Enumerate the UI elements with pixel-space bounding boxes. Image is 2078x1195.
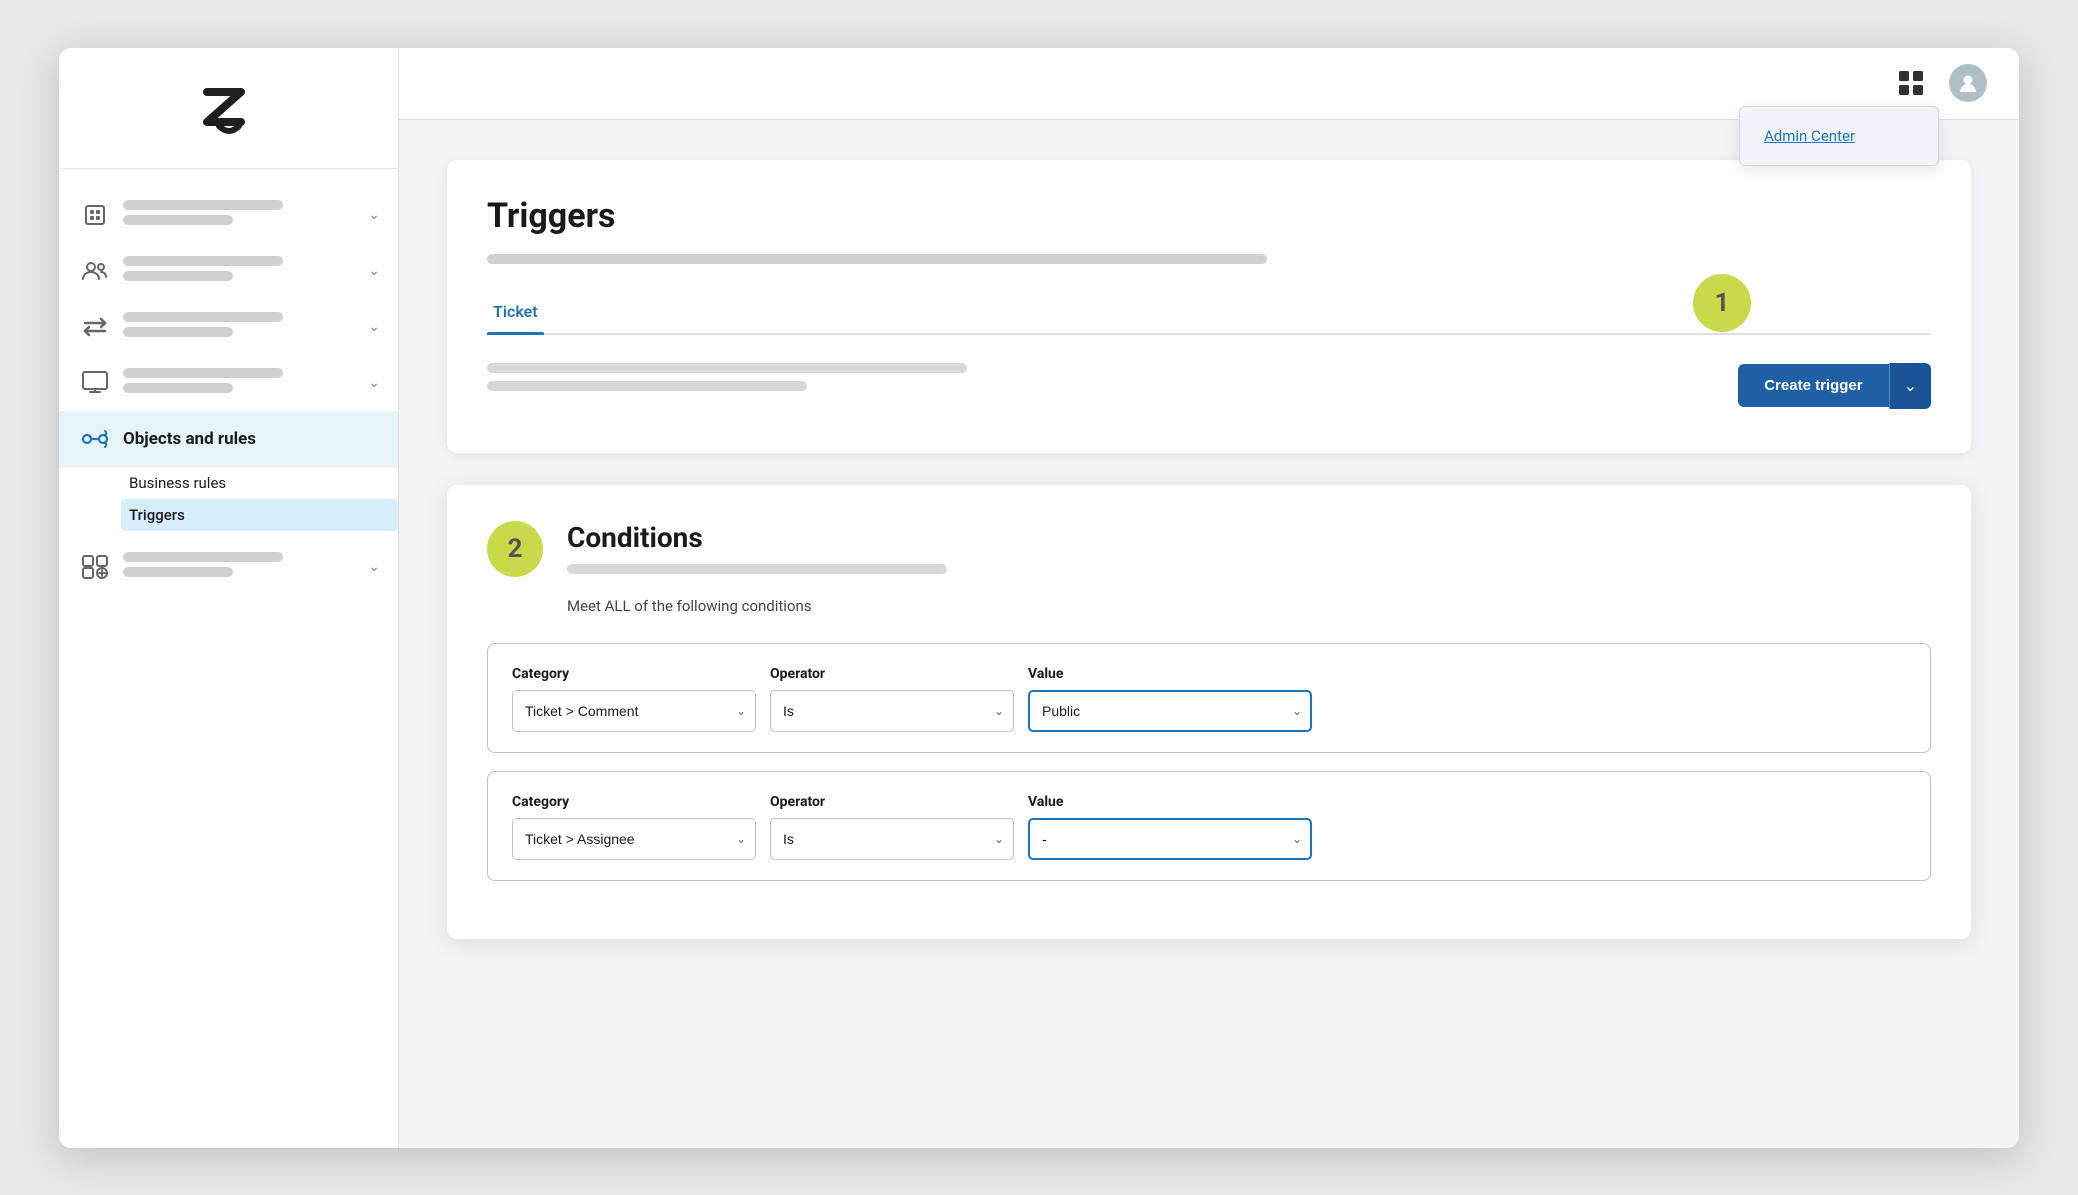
category-select-wrapper-2: Ticket > Assignee ⌄ — [512, 818, 756, 860]
condition-labels-row-1: Category Operator Value — [512, 666, 1906, 682]
conditions-meet-all: Meet ALL of the following conditions — [567, 597, 1931, 615]
people-icon — [77, 253, 113, 289]
triggers-panel: Triggers Ticket 1 Create trigger — [447, 160, 1971, 453]
conditions-bar-skeleton — [567, 564, 947, 574]
operator-select-wrapper-2: Is ⌄ — [770, 818, 1014, 860]
value-label-1: Value — [1028, 666, 1328, 682]
conditions-panel: 2 Conditions Meet ALL of the following c… — [447, 485, 1971, 939]
category-label-2: Category — [512, 794, 770, 810]
step-1-badge: 1 — [1693, 274, 1751, 332]
chevron-down-icon: ⌄ — [368, 319, 380, 335]
value-select-wrapper-2: - ⌄ — [1028, 818, 1312, 860]
category-select-2[interactable]: Ticket > Assignee — [512, 818, 756, 860]
sidebar-navigation: ⌄ ⌄ — [59, 169, 398, 1148]
top-bar-icons — [1891, 63, 1987, 103]
title-bar-skeleton — [487, 254, 1267, 264]
step-2-badge: 2 — [487, 521, 543, 577]
top-bar: Admin Center — [399, 48, 2019, 120]
chevron-down-icon: ⌄ — [368, 375, 380, 391]
category-label-1: Category — [512, 666, 770, 682]
value-label-2: Value — [1028, 794, 1328, 810]
create-trigger-dropdown-button[interactable]: ⌄ — [1889, 363, 1931, 409]
operator-select-wrapper-1: Is ⌄ — [770, 690, 1014, 732]
user-avatar-button[interactable] — [1949, 64, 1987, 102]
monitor-icon — [77, 365, 113, 401]
sidebar-item-objects-rules[interactable]: Objects and rules — [59, 411, 398, 467]
tabs-row: Ticket 1 — [487, 292, 1931, 335]
condition-fields-row-2: Ticket > Assignee ⌄ Is ⌄ - — [512, 818, 1906, 860]
filter-bars — [487, 363, 967, 399]
condition-labels-row-2: Category Operator Value — [512, 794, 1906, 810]
conditions-header: 2 Conditions — [487, 521, 1931, 577]
operator-select-2[interactable]: Is — [770, 818, 1014, 860]
chevron-down-icon: ⌄ — [368, 559, 380, 575]
sidebar-item-channels[interactable]: ⌄ — [59, 299, 398, 355]
sidebar-item-people[interactable]: ⌄ — [59, 243, 398, 299]
operator-label-1: Operator — [770, 666, 1028, 682]
category-select-wrapper-1: Ticket > Comment ⌄ — [512, 690, 756, 732]
sidebar-item-apps[interactable]: ⌄ — [59, 539, 398, 595]
admin-center-link[interactable]: Admin Center — [1740, 115, 1938, 157]
zendesk-logo-icon — [189, 80, 269, 140]
sidebar-item-apps-bars — [123, 552, 360, 582]
conditions-title: Conditions — [567, 521, 947, 554]
sidebar-item-channels-bars — [123, 312, 360, 342]
sidebar-subitem-business-rules[interactable]: Business rules — [129, 467, 398, 499]
sidebar-subnav: Business rules Triggers — [59, 467, 398, 531]
sidebar-logo — [59, 48, 398, 169]
objects-rules-icon — [77, 421, 113, 457]
category-select-1[interactable]: Ticket > Comment — [512, 690, 756, 732]
operator-select-1[interactable]: Is — [770, 690, 1014, 732]
apps-add-icon — [77, 549, 113, 585]
sidebar-item-monitor[interactable]: ⌄ — [59, 355, 398, 411]
sidebar-item-monitor-bars — [123, 368, 360, 398]
condition-fields-row-1: Ticket > Comment ⌄ Is ⌄ Publ — [512, 690, 1906, 732]
building-icon — [77, 197, 113, 233]
value-select-wrapper-1: Public ⌄ — [1028, 690, 1312, 732]
grid-icon-button[interactable] — [1891, 63, 1931, 103]
content-area: Triggers Ticket 1 Create trigger — [399, 120, 2019, 1148]
sidebar-subitem-triggers[interactable]: Triggers — [121, 499, 398, 531]
conditions-title-group: Conditions — [567, 521, 947, 574]
sidebar-item-workspace[interactable]: ⌄ — [59, 187, 398, 243]
condition-row-1: Category Operator Value Ticket > Comment… — [487, 643, 1931, 753]
value-select-1[interactable]: Public — [1028, 690, 1312, 732]
chevron-down-icon: ⌄ — [368, 207, 380, 223]
main-content: Admin Center Triggers Ticket 1 — [399, 48, 2019, 1148]
value-select-2[interactable]: - — [1028, 818, 1312, 860]
operator-label-2: Operator — [770, 794, 1028, 810]
create-trigger-row: Create trigger ⌄ — [1738, 363, 1931, 409]
condition-row-2: Category Operator Value Ticket > Assigne… — [487, 771, 1931, 881]
sidebar: ⌄ ⌄ — [59, 48, 399, 1148]
tab-ticket[interactable]: Ticket — [487, 292, 544, 333]
admin-center-dropdown: Admin Center — [1739, 106, 1939, 166]
sidebar-item-people-bars — [123, 256, 360, 286]
sidebar-item-workspace-bars — [123, 200, 360, 230]
arrows-icon — [77, 309, 113, 345]
create-trigger-button[interactable]: Create trigger — [1738, 364, 1888, 407]
page-title: Triggers — [487, 196, 1931, 236]
sidebar-item-objects-rules-label: Objects and rules — [123, 429, 256, 449]
chevron-down-icon: ⌄ — [368, 263, 380, 279]
